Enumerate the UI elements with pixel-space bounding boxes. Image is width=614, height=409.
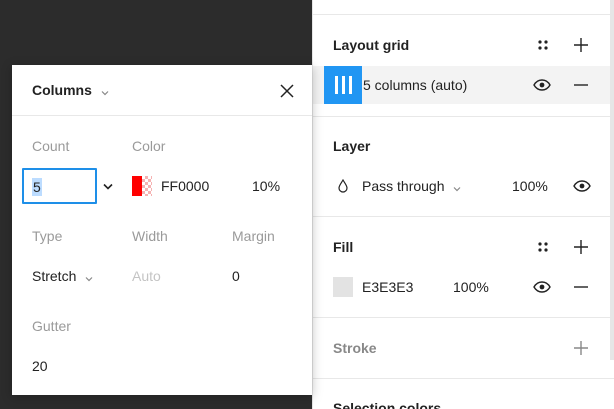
divider	[313, 14, 614, 15]
count-label: Count	[32, 138, 70, 154]
selection-colors-title: Selection colors	[333, 400, 442, 409]
gutter-input[interactable]: 20	[32, 358, 48, 374]
add-fill-icon[interactable]	[571, 237, 591, 257]
margin-label: Margin	[232, 228, 275, 244]
grid-type-value: Columns	[32, 82, 92, 98]
fill-opacity[interactable]: 100%	[453, 279, 489, 295]
divider	[313, 116, 614, 117]
margin-input[interactable]: 0	[232, 268, 240, 284]
grid-item-label: 5 columns (auto)	[363, 77, 468, 93]
stroke-title: Stroke	[333, 340, 377, 356]
eye-icon[interactable]	[532, 75, 552, 95]
type-value: Stretch	[32, 268, 77, 284]
grid-color-hex[interactable]: FF0000	[161, 178, 209, 194]
width-label: Width	[132, 228, 168, 244]
fill-styles-icon[interactable]	[533, 237, 553, 257]
close-icon[interactable]	[277, 81, 297, 101]
grid-type-select[interactable]: Columns	[32, 82, 109, 99]
blend-mode-icon	[333, 176, 353, 196]
blend-mode-select[interactable]: Pass through	[362, 178, 461, 195]
blend-mode-value: Pass through	[362, 178, 445, 194]
fill-color-swatch[interactable]	[333, 277, 353, 297]
chevron-down-icon	[101, 83, 109, 99]
width-input[interactable]: Auto	[132, 268, 161, 284]
remove-layout-grid-icon[interactable]	[571, 75, 591, 95]
gutter-label: Gutter	[32, 318, 71, 334]
grid-styles-icon[interactable]	[533, 35, 553, 55]
column-grid-icon[interactable]	[324, 66, 362, 104]
color-label: Color	[132, 138, 166, 154]
add-stroke-icon[interactable]	[571, 338, 591, 358]
chevron-down-icon	[453, 179, 461, 195]
grid-color-opacity[interactable]: 10%	[252, 178, 280, 194]
layout-grid-title: Layout grid	[333, 37, 410, 53]
eye-icon[interactable]	[532, 277, 552, 297]
eye-icon[interactable]	[572, 176, 592, 196]
add-layout-grid-icon[interactable]	[571, 35, 591, 55]
layer-opacity[interactable]: 100%	[512, 178, 548, 194]
layer-title: Layer	[333, 138, 371, 154]
grid-color-swatch[interactable]	[132, 176, 142, 196]
count-dropdown-icon[interactable]	[98, 176, 118, 196]
type-select[interactable]: Stretch	[32, 268, 93, 285]
fill-title: Fill	[333, 239, 354, 255]
divider	[313, 378, 614, 379]
fill-hex[interactable]: E3E3E3	[362, 279, 413, 295]
popup-header-divider	[12, 115, 312, 116]
divider	[313, 216, 614, 217]
remove-fill-icon[interactable]	[571, 277, 591, 297]
grid-color-opacity-preview	[142, 176, 152, 196]
count-value: 5	[32, 178, 42, 196]
chevron-down-icon	[85, 269, 93, 285]
grid-settings-popup: Columns Count Color 5 FF0000 10% Type Wi…	[12, 65, 312, 395]
properties-panel: Layout grid 5 columns (auto) Layer Pass …	[312, 0, 614, 409]
count-input[interactable]: 5	[22, 168, 97, 204]
type-label: Type	[32, 228, 63, 244]
divider	[313, 317, 614, 318]
